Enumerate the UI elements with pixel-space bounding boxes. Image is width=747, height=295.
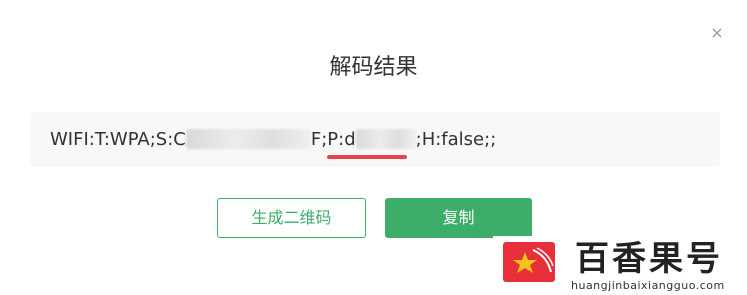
decoded-result-box: WIFI:T:WPA;S:C F;P:d ;H:false;; (30, 112, 720, 167)
watermark-brand-text: 百香果号 (575, 239, 723, 279)
brand-logo-icon (503, 242, 555, 282)
copy-button[interactable]: 复制 (385, 198, 532, 238)
close-icon[interactable]: × (706, 24, 728, 42)
generate-qr-button[interactable]: 生成二维码 (217, 198, 366, 238)
password-redacted-mask (355, 129, 416, 149)
decoded-result-text: WIFI:T:WPA;S:C F;P:d ;H:false;; (50, 128, 496, 152)
password-highlight-underline (327, 155, 407, 159)
decode-result-dialog: × 解码结果 WIFI:T:WPA;S:C F;P:d ;H:false;; 生成二… (0, 0, 747, 295)
result-password-prefix: ;P:d (321, 129, 356, 150)
result-suffix: ;H:false;; (415, 129, 497, 150)
result-ssid-tail: F (310, 129, 322, 150)
result-prefix: WIFI:T:WPA;S:C (50, 129, 186, 150)
watermark: 百香果号 huangjinbaixiangguo.com (493, 236, 747, 295)
dialog-title: 解码结果 (329, 55, 418, 80)
ssid-redacted-mask (185, 129, 311, 149)
watermark-url: huangjinbaixiangguo.com (571, 279, 725, 292)
